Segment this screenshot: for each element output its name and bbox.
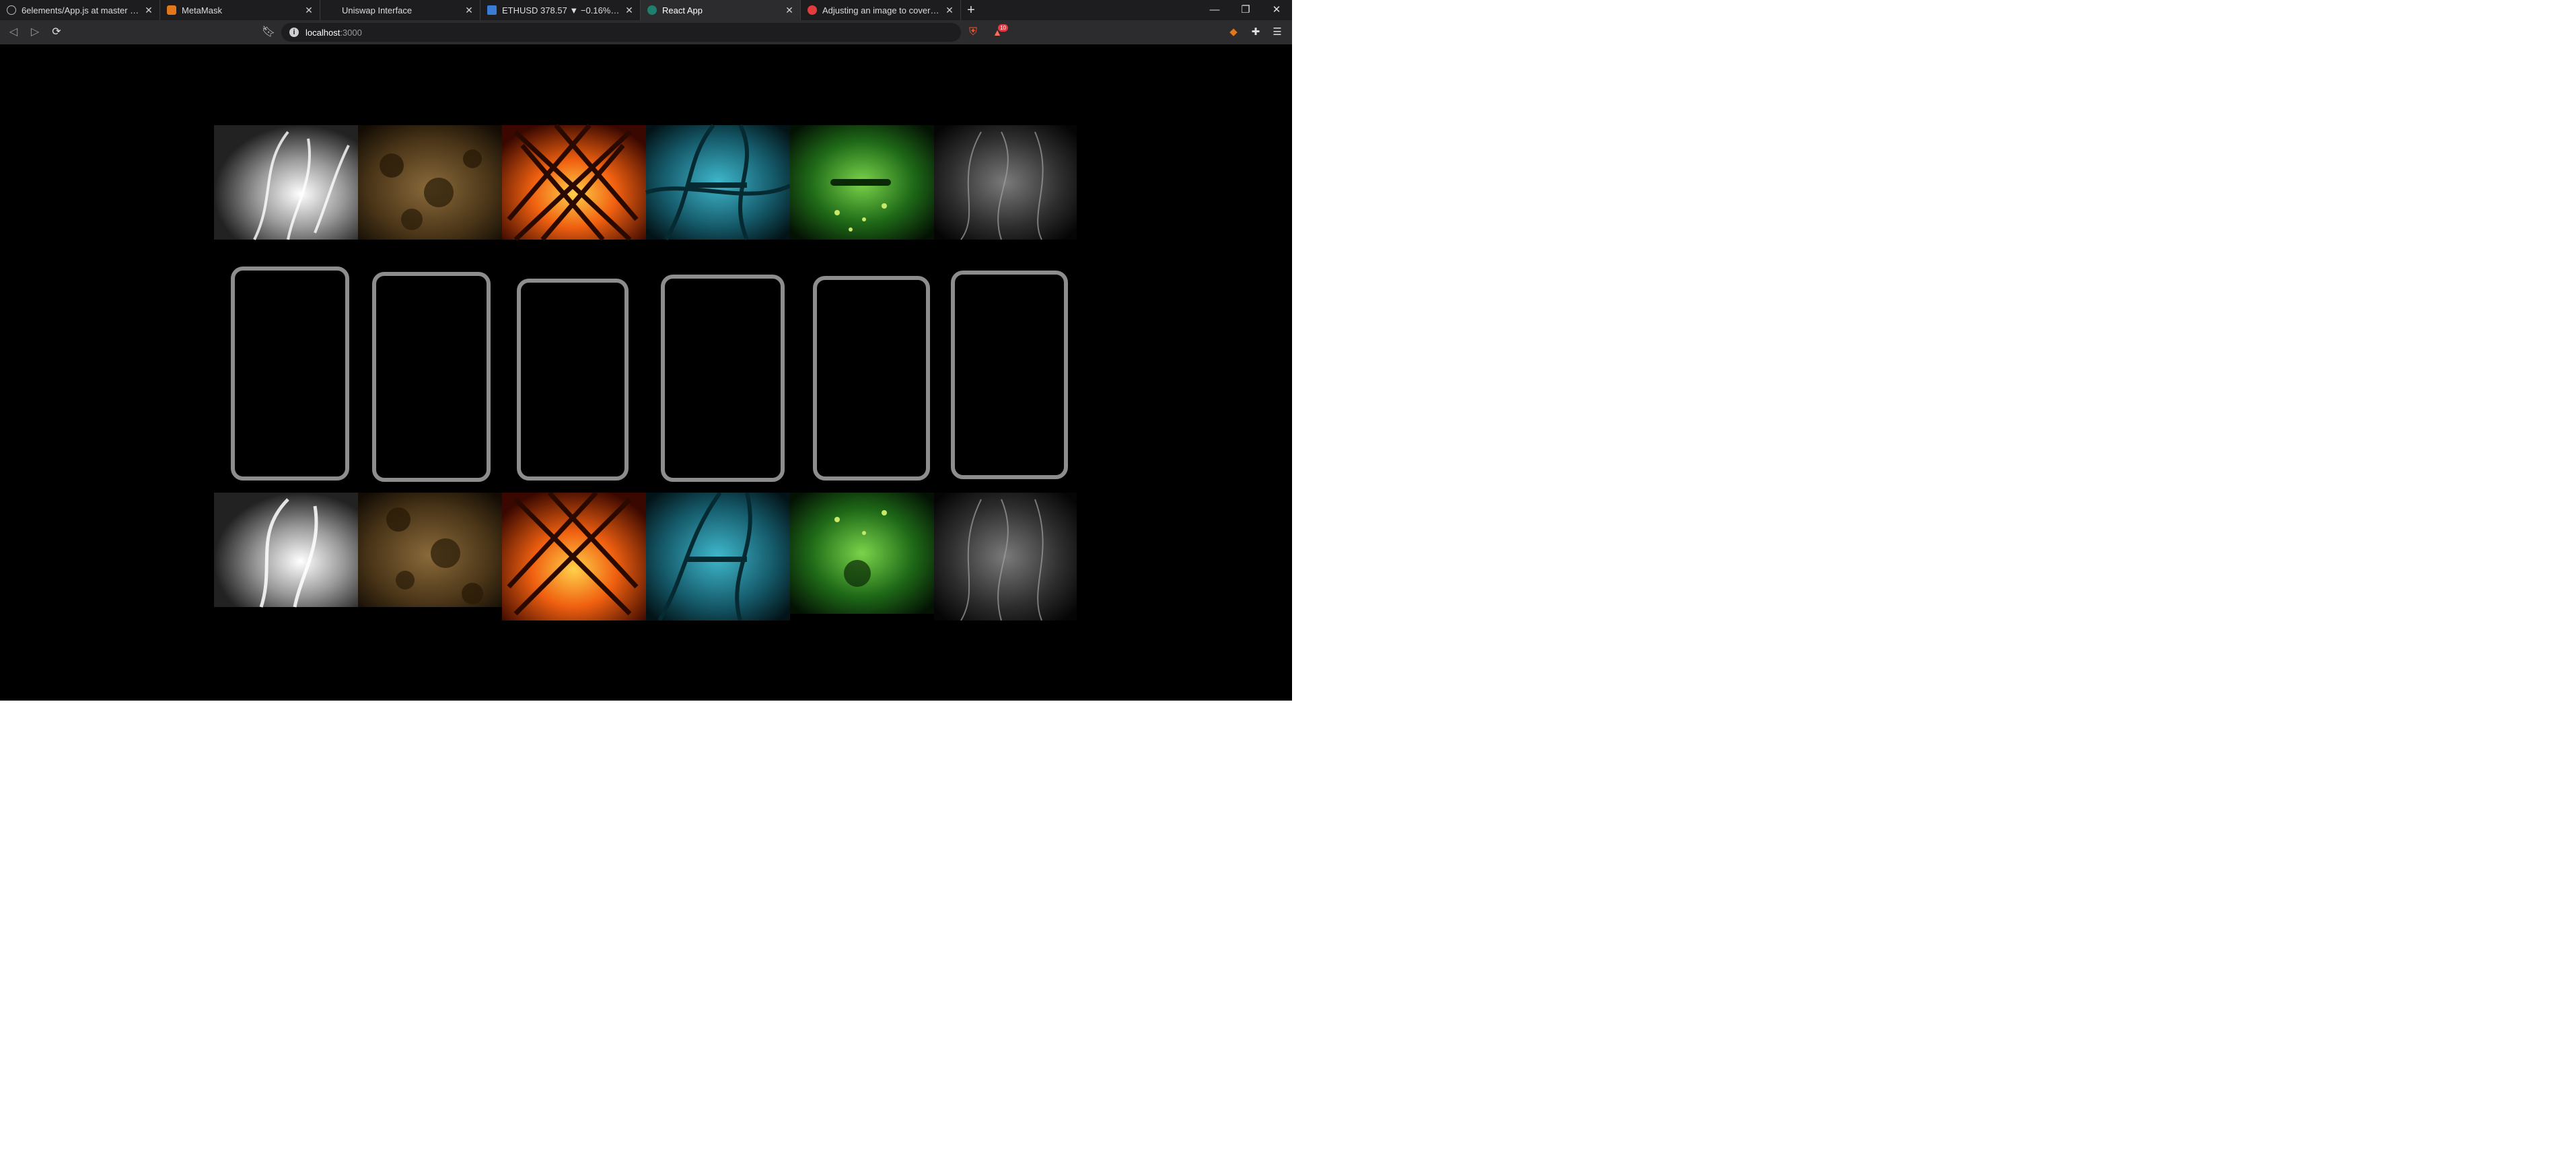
- metamask-fox-icon: [167, 5, 176, 15]
- react-icon: [647, 5, 657, 15]
- top-element-strip: [214, 118, 1077, 246]
- tile-water[interactable]: [646, 493, 790, 620]
- tile-white[interactable]: [214, 125, 358, 240]
- github-icon: [7, 5, 16, 15]
- bottom-element-strip: [214, 493, 1077, 620]
- tab-uniswap[interactable]: Uniswap Interface ✕: [320, 0, 480, 20]
- close-icon[interactable]: ✕: [784, 5, 795, 15]
- bottom-strip-art: [214, 493, 1077, 620]
- card-slot[interactable]: [231, 267, 349, 481]
- tile-nature[interactable]: [790, 125, 934, 240]
- tile-fire[interactable]: [502, 493, 646, 620]
- restore-button[interactable]: ❐: [1230, 0, 1261, 20]
- tile-earth[interactable]: [358, 125, 502, 240]
- stackoverflow-icon: [808, 5, 817, 15]
- brave-rewards-icon[interactable]: ▲ 10: [989, 24, 1008, 39]
- tab-label: Uniswap Interface: [342, 5, 413, 15]
- tab-metamask[interactable]: MetaMask ✕: [160, 0, 320, 20]
- tile-nature[interactable]: [790, 493, 934, 614]
- tile-shadow[interactable]: [934, 493, 1077, 620]
- menu-icon[interactable]: ☰: [1271, 26, 1284, 39]
- tab-strip: 6elements/App.js at master · Proje ✕ Met…: [0, 0, 1292, 20]
- forward-icon[interactable]: ▷: [24, 22, 46, 43]
- metamask-extension-icon[interactable]: ◆: [1227, 26, 1240, 39]
- card-slot[interactable]: [813, 276, 930, 481]
- tab-label: MetaMask: [182, 5, 222, 15]
- close-icon[interactable]: ✕: [303, 5, 314, 15]
- top-strip-art: [214, 123, 1077, 242]
- back-icon[interactable]: ◁: [3, 22, 24, 43]
- card-slots: [214, 267, 1077, 482]
- browser-toolbar: ◁ ▷ ⟳ 🔖︎ i localhost:3000 ⛨ ▲ 10 ◆ ✚ ☰: [0, 20, 1292, 44]
- tradingview-icon: [487, 5, 497, 15]
- browser-window: 6elements/App.js at master · Proje ✕ Met…: [0, 0, 1292, 701]
- minimize-button[interactable]: —: [1199, 0, 1230, 20]
- card-slot[interactable]: [661, 275, 785, 482]
- card-slot[interactable]: [372, 272, 491, 482]
- tab-github[interactable]: 6elements/App.js at master · Proje ✕: [0, 0, 160, 20]
- close-icon[interactable]: ✕: [143, 5, 154, 15]
- close-icon[interactable]: ✕: [624, 5, 635, 15]
- page-content: [0, 44, 1292, 701]
- tab-label: 6elements/App.js at master · Proje: [22, 5, 141, 15]
- close-window-button[interactable]: ✕: [1261, 0, 1292, 20]
- tab-label: ETHUSD 378.57 ▼ −0.16% Unnam: [502, 5, 621, 15]
- tab-tradingview[interactable]: ETHUSD 378.57 ▼ −0.16% Unnam ✕: [480, 0, 641, 20]
- close-icon[interactable]: ✕: [464, 5, 474, 15]
- extensions-puzzle-icon[interactable]: ✚: [1249, 26, 1262, 39]
- tab-stackoverflow[interactable]: Adjusting an image to cover 100% ✕: [801, 0, 961, 20]
- tab-label: React App: [662, 5, 703, 15]
- brave-shield-icon[interactable]: ⛨: [966, 26, 980, 39]
- uniswap-unicorn-icon: [327, 5, 336, 15]
- tab-label: Adjusting an image to cover 100%: [822, 5, 941, 15]
- bookmark-icon[interactable]: 🔖︎: [261, 24, 276, 40]
- tile-water[interactable]: [645, 124, 791, 241]
- reload-icon[interactable]: ⟳: [46, 22, 67, 43]
- tile-white[interactable]: [214, 493, 358, 608]
- tab-react-app[interactable]: React App ✕: [641, 0, 801, 20]
- new-tab-button[interactable]: +: [961, 0, 981, 20]
- card-slot[interactable]: [951, 271, 1068, 479]
- address-bar[interactable]: i localhost:3000: [281, 23, 961, 42]
- close-icon[interactable]: ✕: [944, 5, 955, 15]
- rewards-badge: 10: [998, 24, 1008, 32]
- site-info-icon[interactable]: i: [289, 28, 299, 37]
- window-controls: — ❐ ✕: [1199, 0, 1292, 20]
- url-text: localhost:3000: [306, 27, 362, 38]
- tile-fire[interactable]: [502, 123, 646, 242]
- tile-shadow[interactable]: [934, 125, 1077, 240]
- card-slot[interactable]: [517, 279, 629, 481]
- tile-earth[interactable]: [358, 493, 502, 607]
